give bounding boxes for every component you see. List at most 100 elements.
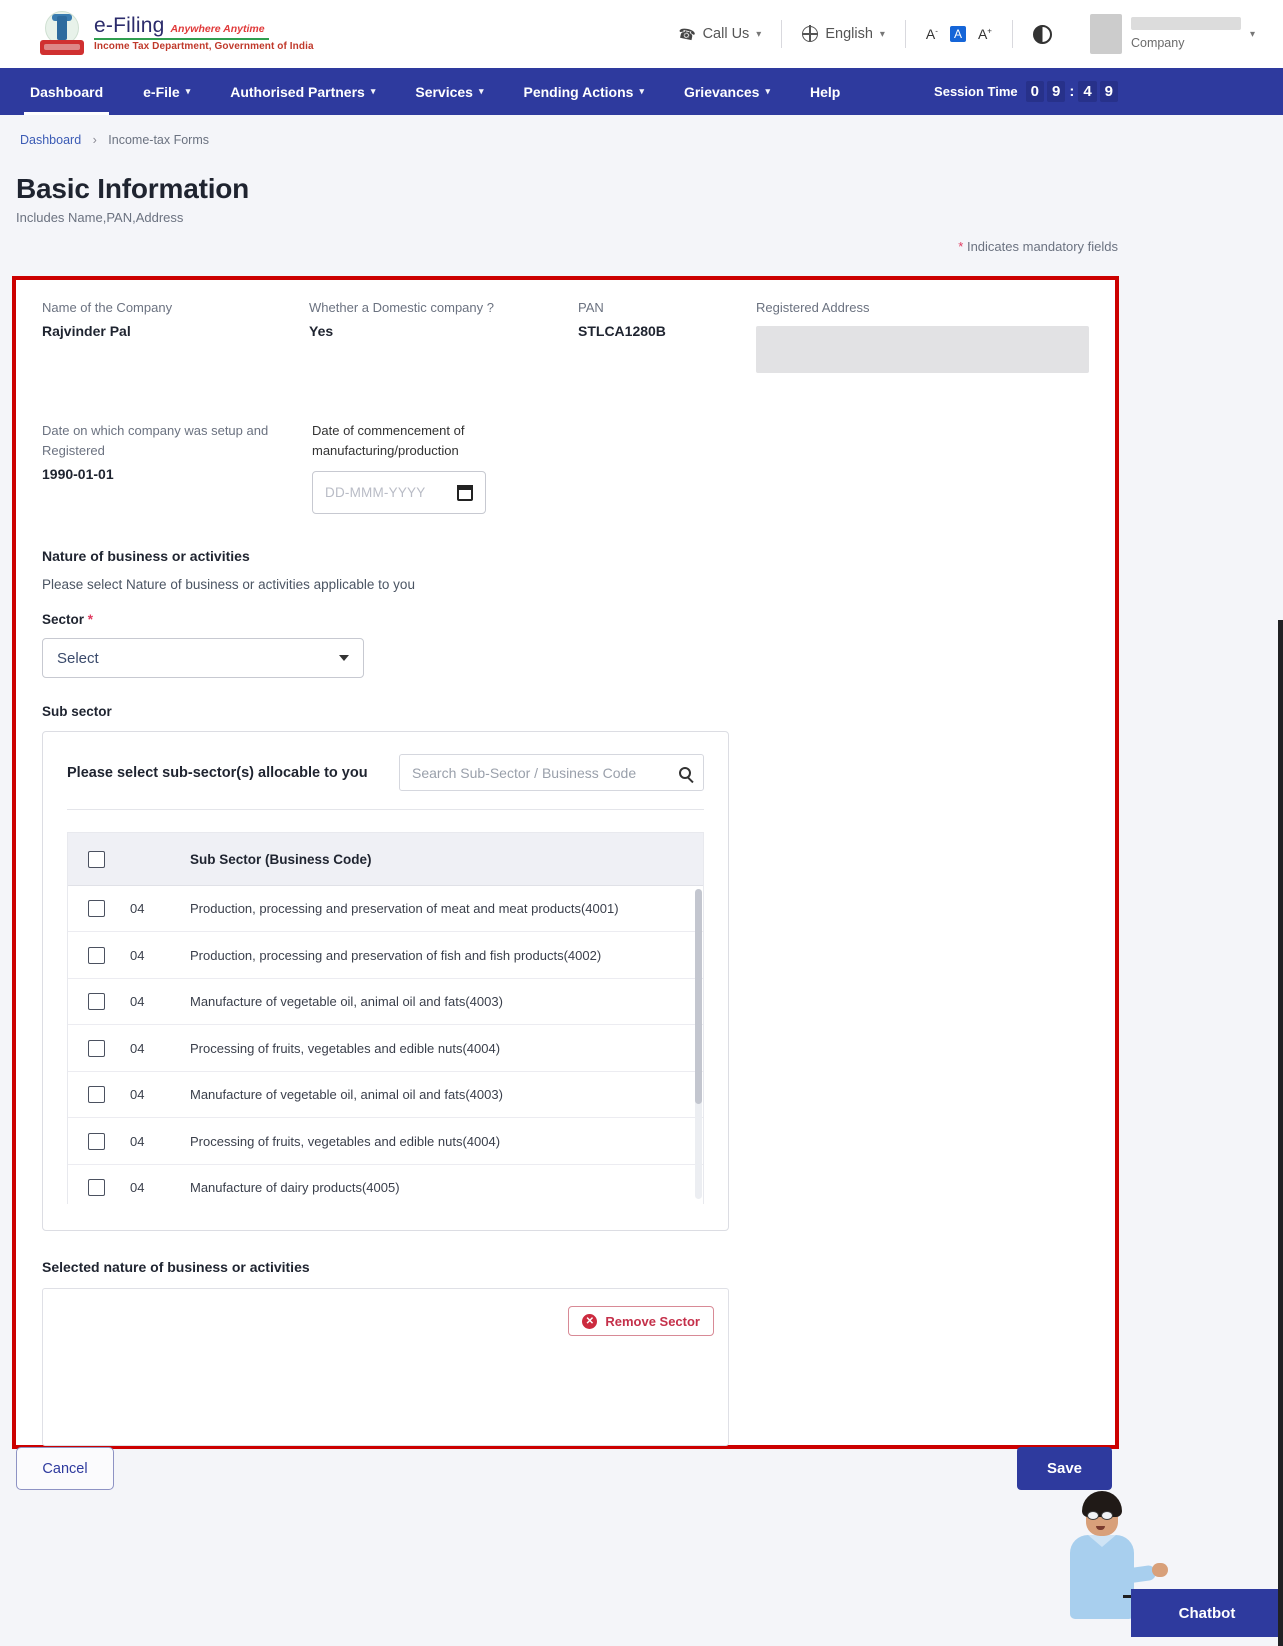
chatbot-avatar-icon xyxy=(1068,1489,1168,1619)
sector-select[interactable]: Select xyxy=(42,638,364,679)
brand-logo[interactable]: e-Filing Anywhere Anytime Income Tax Dep… xyxy=(40,10,314,58)
search-icon[interactable] xyxy=(679,766,691,779)
session-digit: 4 xyxy=(1078,81,1097,102)
calendar-icon[interactable] xyxy=(457,484,473,501)
subsector-panel-header: Please select sub-sector(s) allocable to… xyxy=(43,732,728,809)
table-row[interactable]: 04 Production, processing and preservati… xyxy=(68,885,703,933)
row-description: Production, processing and preservation … xyxy=(190,931,703,979)
font-decrease-button[interactable]: A- xyxy=(926,26,938,42)
row-checkbox-cell xyxy=(68,1117,130,1165)
subsector-search-placeholder: Search Sub-Sector / Business Code xyxy=(412,764,637,781)
nature-of-business-section: Nature of business or activities Please … xyxy=(42,548,1089,719)
subsector-panel-title: Please select sub-sector(s) allocable to… xyxy=(67,764,368,781)
row-checkbox-cell xyxy=(68,931,130,979)
chevron-down-icon: ▾ xyxy=(478,86,484,96)
table-row[interactable]: 04 Production, processing and preservati… xyxy=(68,931,703,979)
profile-text: Company xyxy=(1130,16,1241,51)
setup-date-label: Date on which company was setup and Regi… xyxy=(42,423,269,459)
row-checkbox[interactable] xyxy=(88,1132,105,1150)
row-code: 04 xyxy=(130,1164,190,1205)
call-us-menu[interactable]: ☎ Call Us ▾ xyxy=(658,23,781,44)
language-selector[interactable]: English ▾ xyxy=(782,25,905,42)
subsector-search[interactable]: Search Sub-Sector / Business Code xyxy=(399,754,704,792)
breadcrumb: Dashboard › Income-tax Forms xyxy=(0,115,1283,147)
close-circle-icon: ✕ xyxy=(582,1313,598,1329)
remove-sector-label: Remove Sector xyxy=(605,1313,700,1329)
breadcrumb-separator: › xyxy=(92,133,97,147)
column-code xyxy=(130,833,190,886)
chatbot-widget[interactable]: Chatbot xyxy=(1063,1489,1283,1646)
nav-item-help[interactable]: Help xyxy=(790,68,860,115)
row-checkbox[interactable] xyxy=(88,946,105,964)
table-scrollbar-thumb[interactable] xyxy=(695,889,702,1105)
row-code: 04 xyxy=(130,1071,190,1119)
commencement-date-input[interactable]: DD-MMM-YYYY xyxy=(312,471,486,515)
company-name-label: Name of the Company xyxy=(42,300,173,315)
font-increase-button[interactable]: A+ xyxy=(978,26,992,42)
globe-icon xyxy=(801,25,819,42)
domestic-company-value: Yes xyxy=(309,323,334,340)
row-description: Production, processing and preservation … xyxy=(190,885,703,933)
session-digit: 9 xyxy=(1046,81,1066,102)
top-header: e-Filing Anywhere Anytime Income Tax Dep… xyxy=(0,0,1283,68)
row-checkbox[interactable] xyxy=(88,1086,105,1104)
commencement-date-label: Date of commencement of manufacturing/pr… xyxy=(312,423,465,459)
company-name-value: Rajvinder Pal xyxy=(42,323,131,340)
nav-item-authorised-partners[interactable]: Authorised Partners ▾ xyxy=(210,68,395,115)
table-header-row: Sub Sector (Business Code) xyxy=(68,833,703,886)
font-normal-button[interactable]: A xyxy=(949,26,966,42)
nature-description: Please select Nature of business or acti… xyxy=(42,577,415,593)
table-header: Sub Sector (Business Code) xyxy=(68,833,703,886)
domestic-company-label: Whether a Domestic company ? xyxy=(309,300,494,315)
profile-menu[interactable]: Company ▾ xyxy=(1072,14,1265,54)
nature-heading: Nature of business or activities xyxy=(42,548,250,565)
contrast-icon xyxy=(1032,24,1052,44)
sector-label: Sector * xyxy=(42,612,94,628)
remove-sector-button[interactable]: ✕ Remove Sector xyxy=(568,1306,714,1337)
select-all-checkbox[interactable] xyxy=(88,850,105,868)
contrast-toggle[interactable] xyxy=(1013,24,1072,44)
selected-nature-label: Selected nature of business or activitie… xyxy=(42,1259,310,1276)
brand-department: Income Tax Department, Government of Ind… xyxy=(94,41,314,53)
table-row[interactable]: 04 Manufacture of vegetable oil, animal … xyxy=(68,978,703,1026)
row-checkbox[interactable] xyxy=(88,900,105,918)
nav-item-services[interactable]: Services ▾ xyxy=(395,68,503,115)
breadcrumb-dashboard[interactable]: Dashboard xyxy=(20,133,81,147)
header-actions: ☎ Call Us ▾ English ▾ A- A A+ Company ▾ xyxy=(658,14,1265,54)
table-row[interactable]: 04 Manufacture of vegetable oil, animal … xyxy=(68,1071,703,1119)
page-subtitle: Includes Name,PAN,Address xyxy=(16,210,184,225)
row-checkbox[interactable] xyxy=(88,993,105,1011)
chatbot-button[interactable]: Chatbot xyxy=(1131,1589,1283,1637)
table-row[interactable]: 04 Processing of fruits, vegetables and … xyxy=(68,1024,703,1072)
row-description: Processing of fruits, vegetables and edi… xyxy=(190,1024,703,1072)
table-scrollbar[interactable] xyxy=(695,889,702,1200)
nav-item-dashboard[interactable]: Dashboard xyxy=(10,68,123,115)
divider xyxy=(67,809,704,811)
field-pan: PAN STLCA1280B xyxy=(578,298,756,373)
row-checkbox[interactable] xyxy=(88,1039,105,1057)
app-root: e-Filing Anywhere Anytime Income Tax Dep… xyxy=(0,0,1283,1646)
nav-item-efile[interactable]: e-File ▾ xyxy=(123,68,210,115)
sector-selected-value: Select xyxy=(57,649,99,667)
nav-item-pending-actions[interactable]: Pending Actions ▾ xyxy=(504,68,664,115)
row-code: 04 xyxy=(130,1024,190,1072)
phone-icon: ☎ xyxy=(676,23,698,44)
language-label: English xyxy=(825,26,873,42)
row-checkbox[interactable] xyxy=(88,1179,105,1197)
page-scrollbar[interactable] xyxy=(1278,620,1283,1646)
commencement-date-placeholder: DD-MMM-YYYY xyxy=(325,485,426,501)
nav-item-grievances[interactable]: Grievances ▾ xyxy=(664,68,790,115)
chevron-down-icon: ▾ xyxy=(1249,28,1255,40)
table-row[interactable]: 04 Processing of fruits, vegetables and … xyxy=(68,1117,703,1165)
chevron-down-icon: ▾ xyxy=(756,28,762,40)
breadcrumb-current: Income-tax Forms xyxy=(108,133,210,147)
row-description: Manufacture of vegetable oil, animal oil… xyxy=(190,1071,703,1119)
brand-name: e-Filing xyxy=(94,14,165,38)
save-button[interactable]: Save xyxy=(1017,1447,1112,1490)
cancel-button[interactable]: Cancel xyxy=(16,1447,114,1490)
table-row[interactable]: 04 Manufacture of dairy products(4005) xyxy=(68,1164,703,1205)
subsector-table-container: Sub Sector (Business Code) 04 Production… xyxy=(67,832,704,1205)
session-colon: : xyxy=(1069,83,1075,100)
row-code: 04 xyxy=(130,931,190,979)
selected-nature-box: ✕ Remove Sector xyxy=(42,1288,729,1447)
